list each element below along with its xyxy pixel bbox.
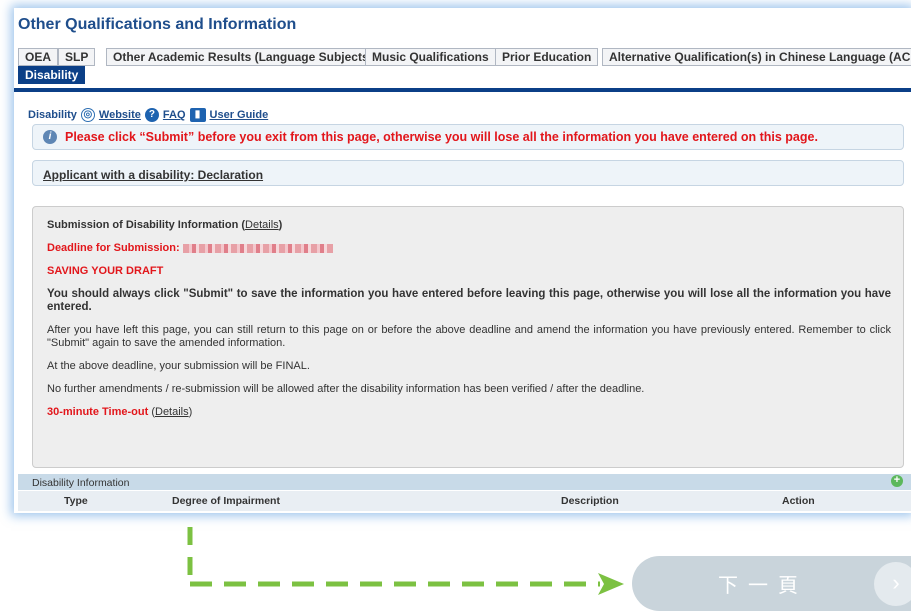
next-page-label: 下一頁 <box>718 573 808 597</box>
chevron-right-icon: › <box>874 562 911 606</box>
arrow-right-icon <box>187 527 624 595</box>
next-page-button[interactable]: 下一頁 › <box>632 556 911 611</box>
